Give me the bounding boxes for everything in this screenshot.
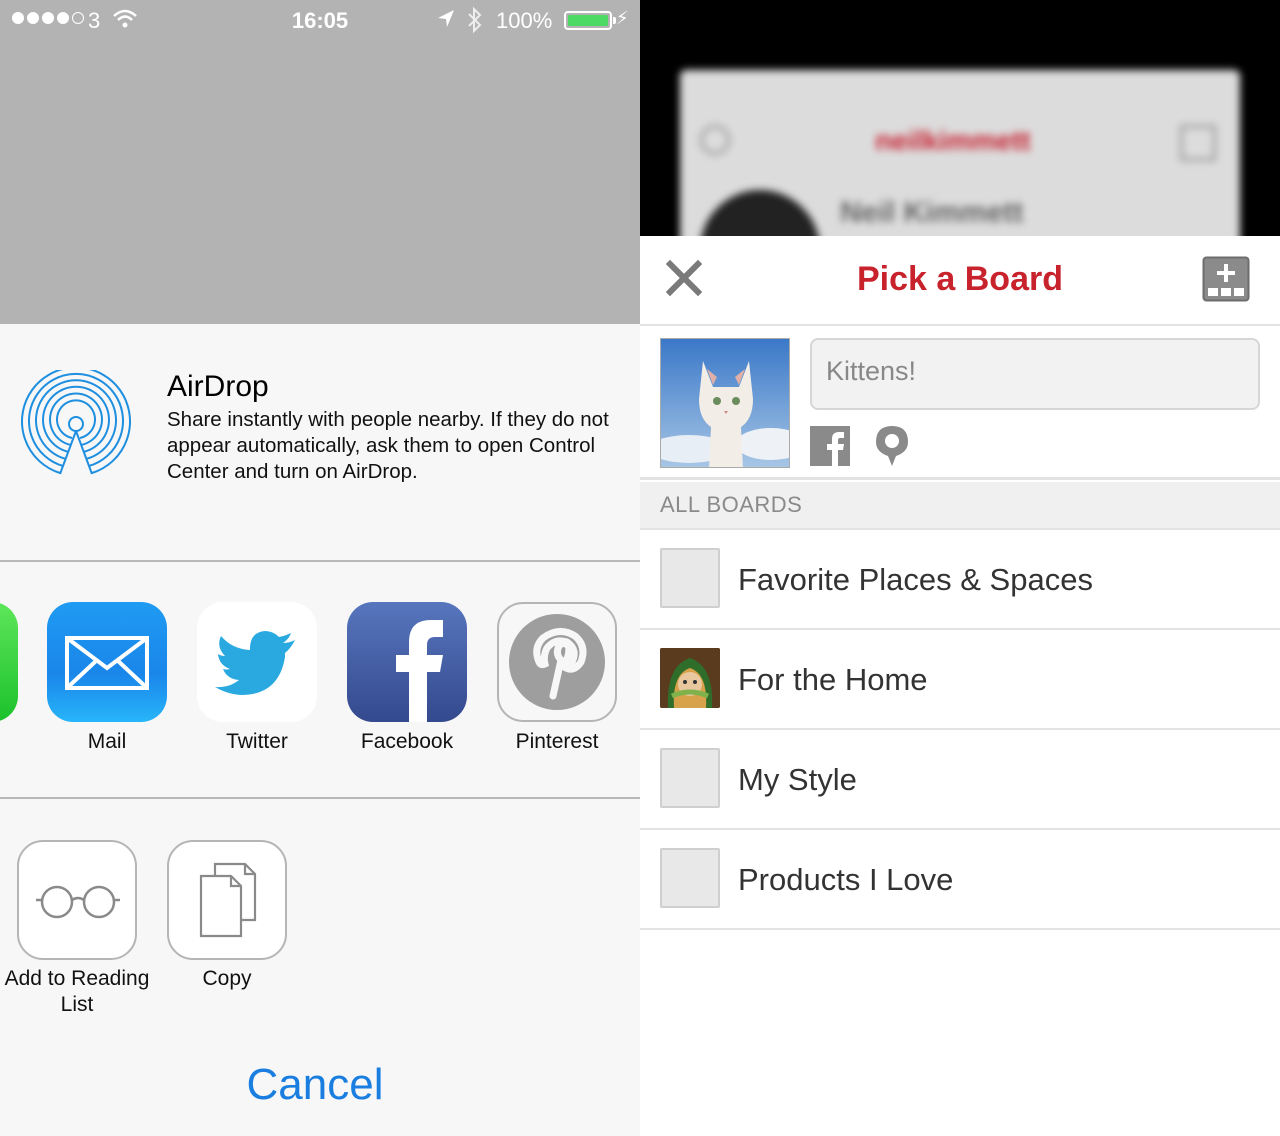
facebook-icon — [347, 602, 467, 722]
mail-app-button[interactable]: Mail — [47, 602, 167, 753]
board-row[interactable]: Products I Love — [640, 830, 1280, 930]
board-thumbnail — [660, 648, 720, 708]
pinterest-pick-board-screen: neilkimmett Neil Kimmett Pick a Board Ki… — [640, 0, 1280, 1136]
location-arrow-icon — [436, 8, 456, 36]
add-to-reading-list-button[interactable]: Add to Reading List — [5, 840, 149, 1016]
profile-display-name: Neil Kimmett — [840, 196, 1024, 229]
sheet-header: Pick a Board — [640, 236, 1280, 326]
board-name: My Style — [738, 762, 857, 797]
board-row[interactable]: Favorite Places & Spaces — [640, 530, 1280, 630]
pin-image-thumbnail — [660, 338, 790, 468]
add-icon — [1180, 125, 1216, 161]
section-header-label: ALL BOARDS — [660, 492, 803, 517]
pick-board-sheet: Pick a Board Kittens! ALL BOARDS Favorit… — [640, 236, 1280, 1136]
mail-icon — [47, 602, 167, 722]
status-bar: 3 16:05 100% ⚡ — [0, 0, 640, 40]
twitter-icon — [197, 602, 317, 722]
twitter-app-button[interactable]: Twitter — [197, 602, 317, 753]
copy-button[interactable]: Copy — [167, 840, 287, 990]
page-title: Pick a Board — [857, 260, 1063, 298]
board-row[interactable]: For the Home — [640, 630, 1280, 730]
messages-app-button[interactable] — [0, 602, 18, 722]
ios-share-sheet-screen: 3 16:05 100% ⚡ AirDrop Share instantly w… — [0, 0, 640, 1136]
pinterest-label: Pinterest — [515, 730, 599, 753]
board-name: For the Home — [738, 662, 928, 697]
pinterest-icon — [497, 602, 617, 722]
create-board-icon[interactable] — [1202, 256, 1250, 302]
facebook-share-icon[interactable] — [810, 426, 850, 466]
profile-username: neilkimmett — [875, 125, 1031, 156]
cancel-button[interactable]: Cancel — [0, 1060, 630, 1110]
place-pin-icon[interactable] — [874, 424, 910, 468]
board-name: Favorite Places & Spaces — [738, 562, 1093, 597]
pin-description-field[interactable]: Kittens! — [810, 338, 1260, 410]
facebook-app-button[interactable]: Facebook — [347, 602, 467, 753]
dimmed-background[interactable] — [0, 0, 640, 324]
copy-icon — [167, 840, 287, 960]
board-thumbnail — [660, 848, 720, 908]
board-thumbnail — [660, 548, 720, 608]
mail-label: Mail — [87, 730, 127, 753]
divider — [0, 797, 640, 799]
airdrop-icon[interactable] — [20, 366, 132, 478]
pinterest-app-button[interactable]: Pinterest — [497, 602, 617, 753]
airdrop-title: AirDrop — [167, 370, 269, 403]
settings-icon — [700, 125, 730, 155]
facebook-label: Facebook — [360, 730, 454, 753]
board-thumbnail — [660, 748, 720, 808]
all-boards-header: ALL BOARDS — [640, 482, 1280, 530]
charging-bolt-icon: ⚡ — [616, 8, 629, 28]
twitter-label: Twitter — [226, 730, 288, 753]
airdrop-description: Share instantly with people nearby. If t… — [167, 408, 609, 483]
bluetooth-icon — [466, 6, 484, 40]
glasses-icon — [17, 840, 137, 960]
pin-compose-area: Kittens! — [640, 326, 1280, 480]
board-row[interactable]: My Style — [640, 730, 1280, 830]
board-name: Products I Love — [738, 862, 954, 897]
copy-label: Copy — [202, 967, 252, 990]
divider — [0, 560, 640, 562]
messages-icon — [0, 602, 18, 722]
battery-percentage: 100% — [496, 8, 553, 33]
battery-icon — [564, 11, 616, 30]
